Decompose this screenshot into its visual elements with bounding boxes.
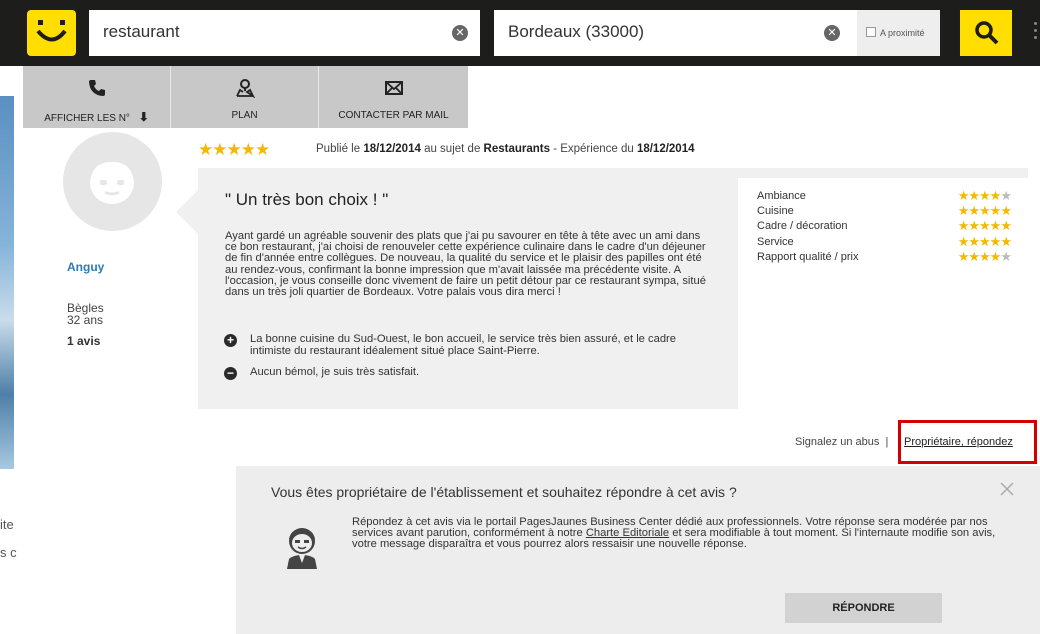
experience-date: 18/12/2014 [636,143,695,155]
rating-stars: ★★★★★ [957,218,1012,233]
proximity-label: A proximité [880,28,925,38]
user-face-icon [90,162,134,204]
search-button[interactable] [960,10,1012,56]
review-meta: Publié le 18/12/2014 au sujet de Restaur… [316,143,695,155]
minus-icon: − [224,367,237,380]
pagesjaunes-logo[interactable] [27,10,76,56]
owner-reply-link[interactable]: Propriétaire, répondez [904,436,1013,448]
review-title: " Un très bon choix ! " [225,190,389,209]
reviewer-avatar [63,132,162,231]
smile-logo-icon [36,20,67,42]
map-label: PLAN [231,110,258,121]
clear-where-icon[interactable]: ✕ [824,25,840,41]
rating-stars: ★★★★★ [957,249,1012,264]
overall-rating-stars: ★★★★★ [198,140,270,159]
negative-text: Aucun bémol, je suis très satisfait. [250,366,420,378]
published-date: 18/12/2014 [363,143,421,155]
action-bar: AFFICHER LES N° ⬇ PLAN CONTACTER PAR MAI… [23,66,468,128]
owner-panel-title: Vous êtes propriétaire de l'établissemen… [271,484,737,500]
report-links: Signalez un abus | [795,436,888,448]
positive-text: La bonne cuisine du Sud-Ouest, le bon ac… [250,333,676,357]
reply-button[interactable]: RÉPONDRE [785,593,942,623]
phone-icon [88,80,105,96]
reviewer-review-count: 1 avis [67,334,101,348]
review-category: Restaurants [483,143,550,155]
contact-mail-label: CONTACTER PAR MAIL [338,110,449,121]
rating-row-rapport: Rapport qualité / prix ★★★★★ [757,249,1012,264]
background-photo-fragment [0,96,14,469]
plus-icon: + [224,334,237,347]
proximity-toggle[interactable]: A proximité [857,10,940,56]
rating-stars: ★★★★★ [957,188,1012,203]
cut-text-fragment: s c [0,545,17,560]
reviewer-age: 32 ans [67,313,104,327]
show-numbers-button[interactable]: AFFICHER LES N° ⬇ [23,66,170,128]
rating-row-service: Service ★★★★★ [757,234,1012,249]
proximity-checkbox[interactable] [866,27,876,37]
rating-row-ambiance: Ambiance ★★★★★ [757,188,1012,203]
arrow-down-icon: ⬇ [138,110,149,124]
show-numbers-label: AFFICHER LES N° [44,113,130,124]
clear-what-icon[interactable]: ✕ [452,25,468,41]
cut-text-fragment: ite [0,517,14,532]
what-search-box: ✕ [89,10,480,56]
rating-stars: ★★★★★ [957,234,1012,249]
link-separator: | [885,436,889,448]
detailed-ratings-panel: Ambiance ★★★★★ Cuisine ★★★★★ Cadre / déc… [738,178,1028,409]
rating-row-cadre: Cadre / décoration ★★★★★ [757,218,1012,233]
where-search-input[interactable] [508,22,808,42]
rating-stars: ★★★★★ [957,203,1012,218]
more-menu-icon[interactable] [1034,22,1038,42]
search-icon [975,21,999,45]
owner-panel-text: Répondez à cet avis via le portail Pages… [352,516,996,551]
rating-row-cuisine: Cuisine ★★★★★ [757,203,1012,218]
where-search-box: ✕ [494,10,857,56]
map-pin-icon [235,79,255,98]
close-icon[interactable] [998,480,1016,498]
report-abuse-link[interactable]: Signalez un abus [795,436,879,448]
what-search-input[interactable] [103,22,403,42]
reviewer-name-link[interactable]: Anguy [67,260,104,274]
top-search-bar: ✕ ✕ A proximité [0,0,1040,66]
review-body: Ayant gardé un agréable souvenir des pla… [225,230,706,299]
mail-icon [384,81,403,95]
review-card-pointer [176,190,198,234]
map-button[interactable]: PLAN [171,66,318,128]
charte-editoriale-link[interactable]: Charte Editoriale [586,527,669,539]
contact-mail-button[interactable]: CONTACTER PAR MAIL [319,66,468,128]
business-owner-icon [287,528,317,569]
